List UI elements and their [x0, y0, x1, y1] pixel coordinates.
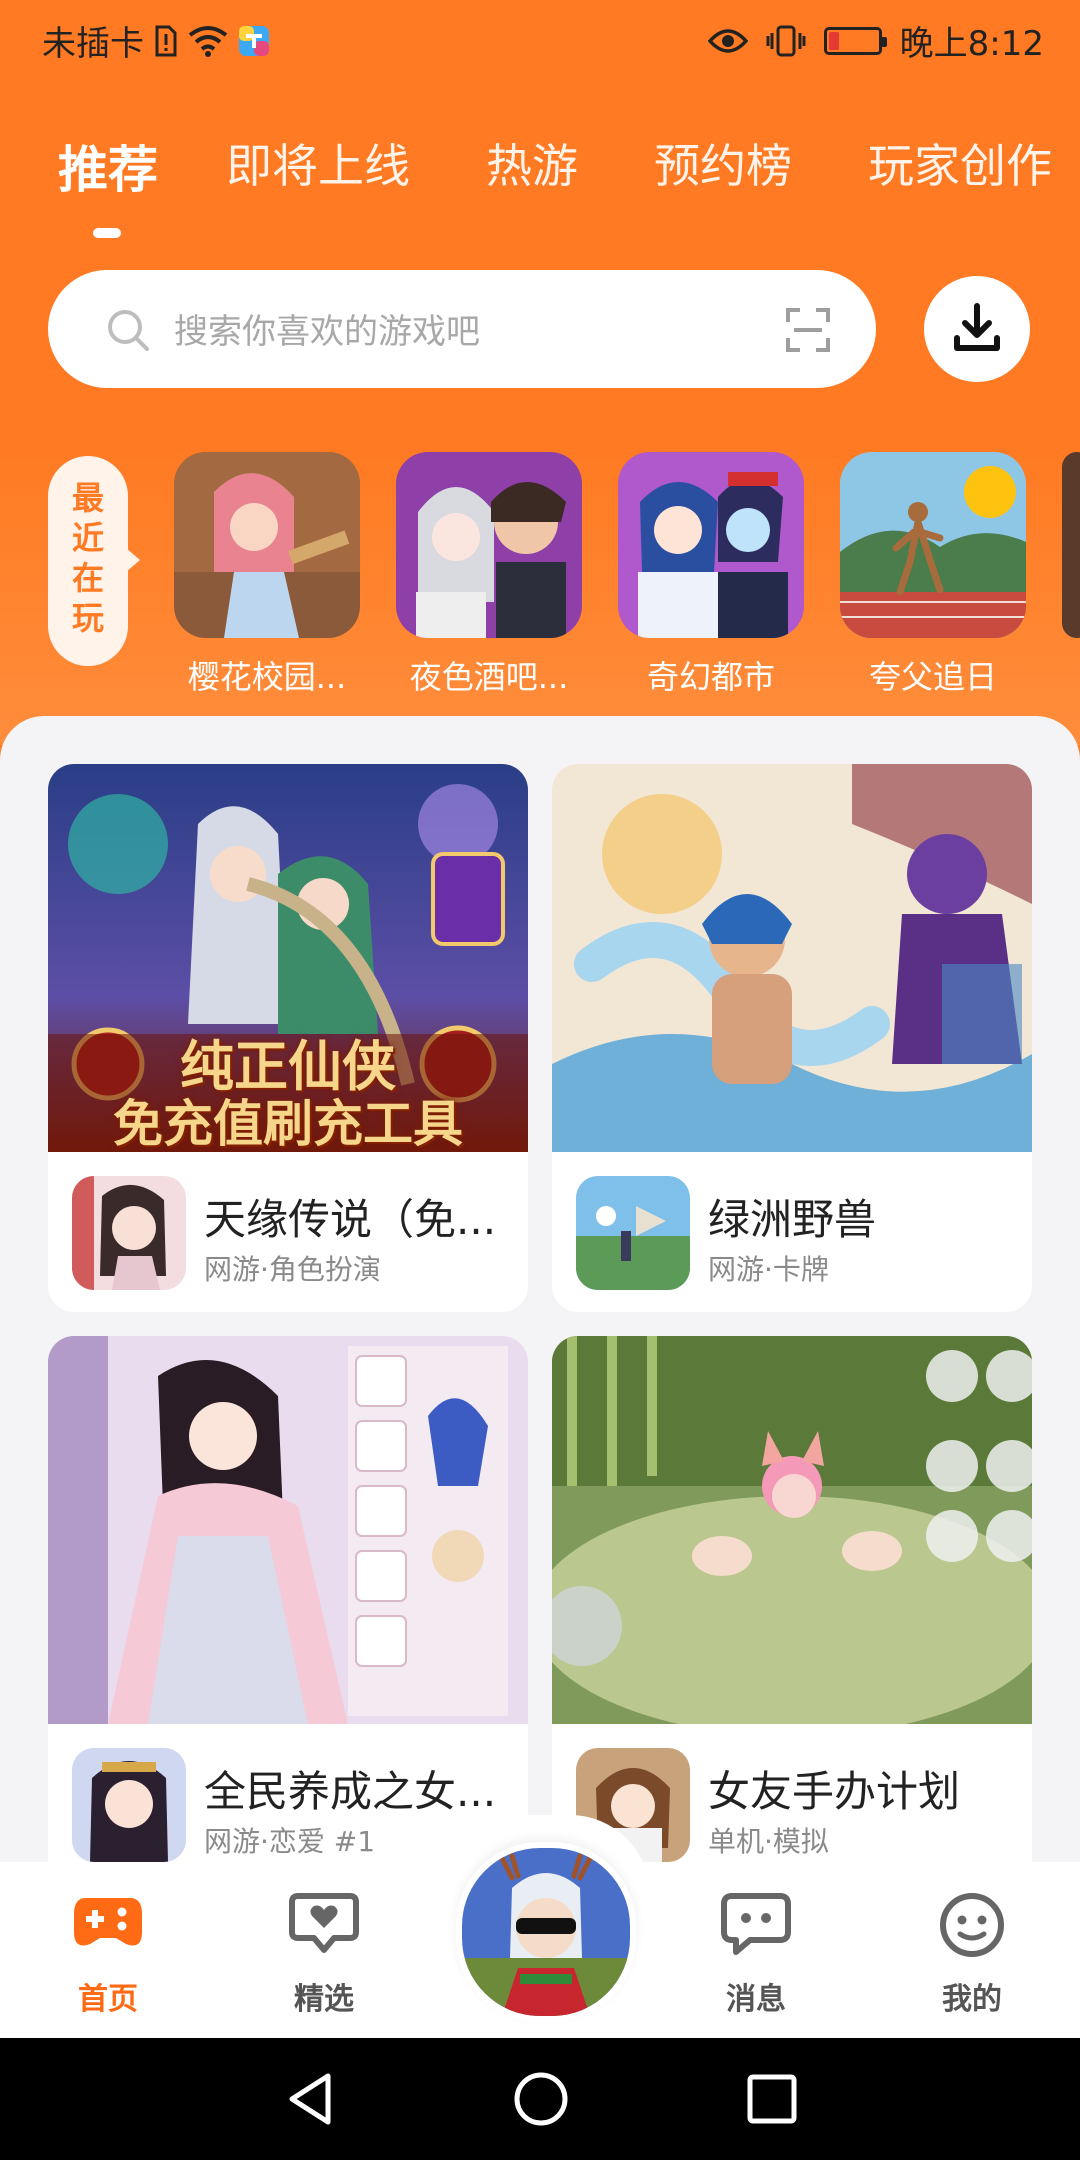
game-tags: 网游·角色扮演 [204, 1253, 381, 1286]
search-icon [108, 310, 149, 351]
nav-home-label: 首页 [78, 1982, 138, 2017]
game-card[interactable]: 纯正仙侠 免充值刷充工具 天缘传说（免... 网游·角色扮演 [48, 764, 528, 1312]
category-tabs: 推荐 即将上线 热游 预约榜 玩家创作 [0, 130, 1080, 210]
wifi-icon [188, 25, 228, 57]
tab-hot-games[interactable]: 热游 [486, 130, 578, 196]
game-title: 天缘传说（免... [204, 1195, 497, 1244]
game-title: 女友手办计划 [708, 1767, 961, 1816]
scan-icon[interactable] [784, 306, 832, 354]
tab-recommend[interactable]: 推荐 [58, 130, 158, 202]
game-thumbnail [396, 452, 582, 638]
recent-game-partial[interactable] [1062, 452, 1080, 638]
no-sim-icon [155, 25, 177, 56]
card-footer: 绿洲野兽 网游·卡牌 [552, 1152, 1032, 1312]
game-banner: 纯正仙侠 免充值刷充工具 [48, 764, 528, 1152]
recent-game[interactable]: 奇幻都市 [618, 452, 804, 698]
gamepad-icon [74, 1898, 142, 1946]
recent-game-name: 奇幻都市 [646, 658, 775, 696]
nav-messages[interactable]: 消息 [686, 1862, 826, 2038]
game-banner [48, 1336, 528, 1724]
game-icon [72, 1176, 186, 1290]
recents-icon[interactable] [744, 2070, 800, 2128]
game-thumbnail [840, 452, 1026, 638]
nav-featured[interactable]: 精选 [254, 1862, 394, 2038]
game-tags: 单机·模拟 [708, 1825, 829, 1858]
game-card[interactable]: 全民养成之女... 网游·恋爱 #1 [48, 1336, 528, 1884]
recent-game-name: 夜色酒吧... [409, 658, 569, 696]
smiley-icon [940, 1893, 1004, 1957]
back-icon[interactable] [282, 2070, 338, 2128]
game-thumbnail [618, 452, 804, 638]
recent-game[interactable]: 樱花校园... [174, 452, 360, 698]
game-card[interactable]: 女友手办计划 单机·模拟 [552, 1336, 1032, 1884]
banner-text: 免充值刷充工具 [113, 1094, 463, 1152]
search-bar[interactable]: 搜索你喜欢的游戏吧 [48, 270, 876, 388]
status-right: 晚上8:12 [707, 16, 1044, 65]
battery-icon [823, 26, 887, 55]
recent-game[interactable]: 夜色酒吧... [396, 452, 582, 698]
app-notification-icon [239, 25, 269, 56]
recent-label: 最近在玩 [48, 456, 140, 666]
game-banner [552, 764, 1032, 1152]
status-left: 未插卡 [42, 16, 270, 65]
system-nav-bar [0, 2038, 1080, 2160]
game-tags: 网游·恋爱 #1 [204, 1825, 376, 1858]
tab-coming-soon[interactable]: 即将上线 [226, 130, 410, 196]
nav-messages-label: 消息 [726, 1982, 786, 2017]
heart-chat-icon [289, 1893, 359, 1953]
carrier-label: 未插卡 [42, 24, 144, 64]
game-card[interactable]: 绿洲野兽 网游·卡牌 [552, 764, 1032, 1312]
game-thumbnail [174, 452, 360, 638]
message-icon [721, 1893, 791, 1955]
clock: 晚上8:12 [899, 24, 1044, 64]
game-icon [576, 1176, 690, 1290]
game-tags: 网游·卡牌 [708, 1253, 829, 1286]
status-bar: 未插卡 晚上8:12 [0, 0, 1080, 80]
nav-profile[interactable]: 我的 [902, 1862, 1042, 2038]
recent-game[interactable]: 夸父追日 [840, 452, 1026, 698]
vibrate-icon [766, 25, 806, 56]
eye-comfort-icon [707, 28, 748, 53]
search-input[interactable]: 搜索你喜欢的游戏吧 [174, 304, 480, 353]
game-title: 绿洲野兽 [708, 1195, 877, 1244]
card-footer: 天缘传说（免... 网游·角色扮演 [48, 1152, 528, 1312]
download-icon [954, 303, 1000, 351]
game-title: 全民养成之女... [204, 1767, 497, 1816]
recent-label-text: 最近在玩 [71, 479, 104, 637]
tab-player-creations[interactable]: 玩家创作 [868, 130, 1052, 196]
tab-indicator [93, 228, 121, 238]
game-banner [552, 1336, 1032, 1724]
home-icon[interactable] [512, 2070, 570, 2128]
center-avatar-button[interactable] [456, 1842, 636, 2022]
game-icon [72, 1748, 186, 1862]
tab-reservation-rank[interactable]: 预约榜 [654, 130, 792, 196]
avatar-image [462, 1848, 630, 2016]
download-button[interactable] [924, 276, 1030, 382]
recent-game-name: 樱花校园... [187, 658, 347, 696]
nav-profile-label: 我的 [942, 1982, 1002, 2017]
nav-featured-label: 精选 [294, 1982, 354, 2017]
recent-game-name: 夸父追日 [868, 658, 997, 696]
nav-home[interactable]: 首页 [38, 1862, 178, 2038]
